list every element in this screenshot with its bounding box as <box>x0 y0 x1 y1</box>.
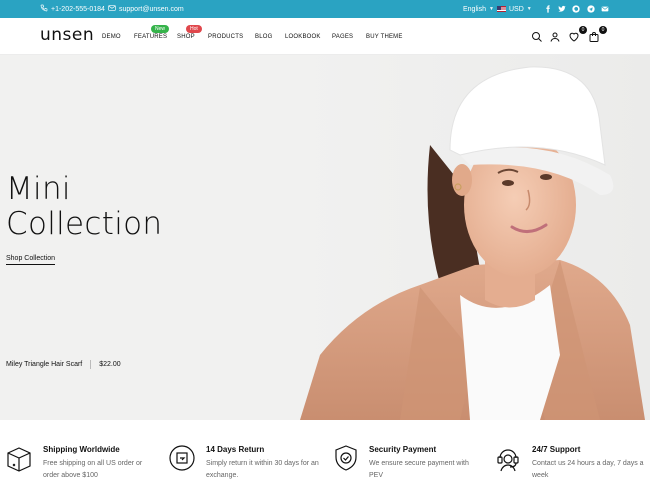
site-logo[interactable]: unsen <box>40 25 94 45</box>
nav-buy-theme[interactable]: BUY THEME <box>366 34 403 40</box>
pinterest-icon[interactable] <box>572 0 580 18</box>
divider <box>90 360 92 369</box>
nav-shop[interactable]: SHOP <box>177 34 195 40</box>
search-icon[interactable] <box>531 30 543 42</box>
hero-banner: Mini Collection Shop Collection Miley Tr… <box>0 55 650 420</box>
hot-badge: Hot <box>186 25 202 33</box>
feature-title: Shipping Worldwide <box>43 445 120 454</box>
support-email: support@unsen.com <box>119 5 184 13</box>
facebook-icon[interactable] <box>544 0 552 18</box>
chevron-down-icon: ▼ <box>526 6 532 12</box>
main-header: unsen DEMO FEATURES New SHOP Hot PRODUCT… <box>0 18 650 55</box>
feature-desc: Free shipping on all US order or order a… <box>43 460 143 479</box>
language-value: English <box>463 5 486 13</box>
feature-desc: Simply return it within 30 days for an e… <box>206 460 319 479</box>
top-bar: +1-202-555-0184 support@unsen.com Englis… <box>0 0 650 18</box>
shield-icon <box>332 444 360 472</box>
feature-desc: Contact us 24 hours a day, 7 days a week <box>532 460 644 479</box>
telegram-icon[interactable] <box>587 0 595 18</box>
feature-title: 24/7 Support <box>532 445 581 454</box>
twitter-icon[interactable] <box>558 0 566 18</box>
currency-selector[interactable]: USD ▼ <box>497 0 532 18</box>
us-flag-icon <box>497 6 506 12</box>
hero-model-image <box>300 55 650 420</box>
headset-icon <box>494 444 522 472</box>
nav-lookbook[interactable]: LOOKBOOK <box>285 34 321 40</box>
product-name: Miley Triangle Hair Scarf <box>6 361 83 368</box>
return-icon <box>168 444 196 472</box>
mail-icon <box>108 4 116 14</box>
feature-title: Security Payment <box>369 445 437 454</box>
shop-collection-link[interactable]: Shop Collection <box>6 255 56 265</box>
phone-contact[interactable]: +1-202-555-0184 <box>40 0 105 18</box>
nav-features[interactable]: FEATURES <box>134 34 167 40</box>
features-bar: Shipping Worldwide Free shipping on all … <box>0 420 650 488</box>
language-selector[interactable]: English ▼ <box>463 0 494 18</box>
product-price: $22.00 <box>99 361 121 368</box>
wishlist-count: 0 <box>579 26 587 34</box>
box-icon <box>5 444 33 472</box>
currency-value: USD <box>509 5 524 13</box>
chevron-down-icon: ▼ <box>488 6 494 12</box>
account-icon[interactable] <box>549 30 561 42</box>
cart-bag-icon[interactable] <box>588 30 600 42</box>
nav-demo[interactable]: DEMO <box>102 34 121 40</box>
nav-products[interactable]: PRODUCTS <box>208 34 243 40</box>
new-badge: New <box>151 25 170 33</box>
feature-desc: We ensure secure payment with PEV <box>369 460 469 479</box>
phone-icon <box>40 4 48 14</box>
phone-number: +1-202-555-0184 <box>51 5 105 13</box>
email-icon[interactable] <box>601 0 609 18</box>
cart-count: 0 <box>599 26 607 34</box>
feature-title: 14 Days Return <box>206 445 265 454</box>
email-contact[interactable]: support@unsen.com <box>108 0 184 18</box>
nav-pages[interactable]: PAGES <box>332 34 353 40</box>
hero-title-line2: Collection <box>6 206 163 242</box>
nav-blog[interactable]: BLOG <box>255 34 272 40</box>
hero-product-tag[interactable]: Miley Triangle Hair Scarf $22.00 <box>6 360 121 369</box>
hero-title-line1: Mini <box>6 171 71 207</box>
wishlist-heart-icon[interactable] <box>568 30 580 42</box>
hero-title: Mini Collection <box>6 172 162 242</box>
